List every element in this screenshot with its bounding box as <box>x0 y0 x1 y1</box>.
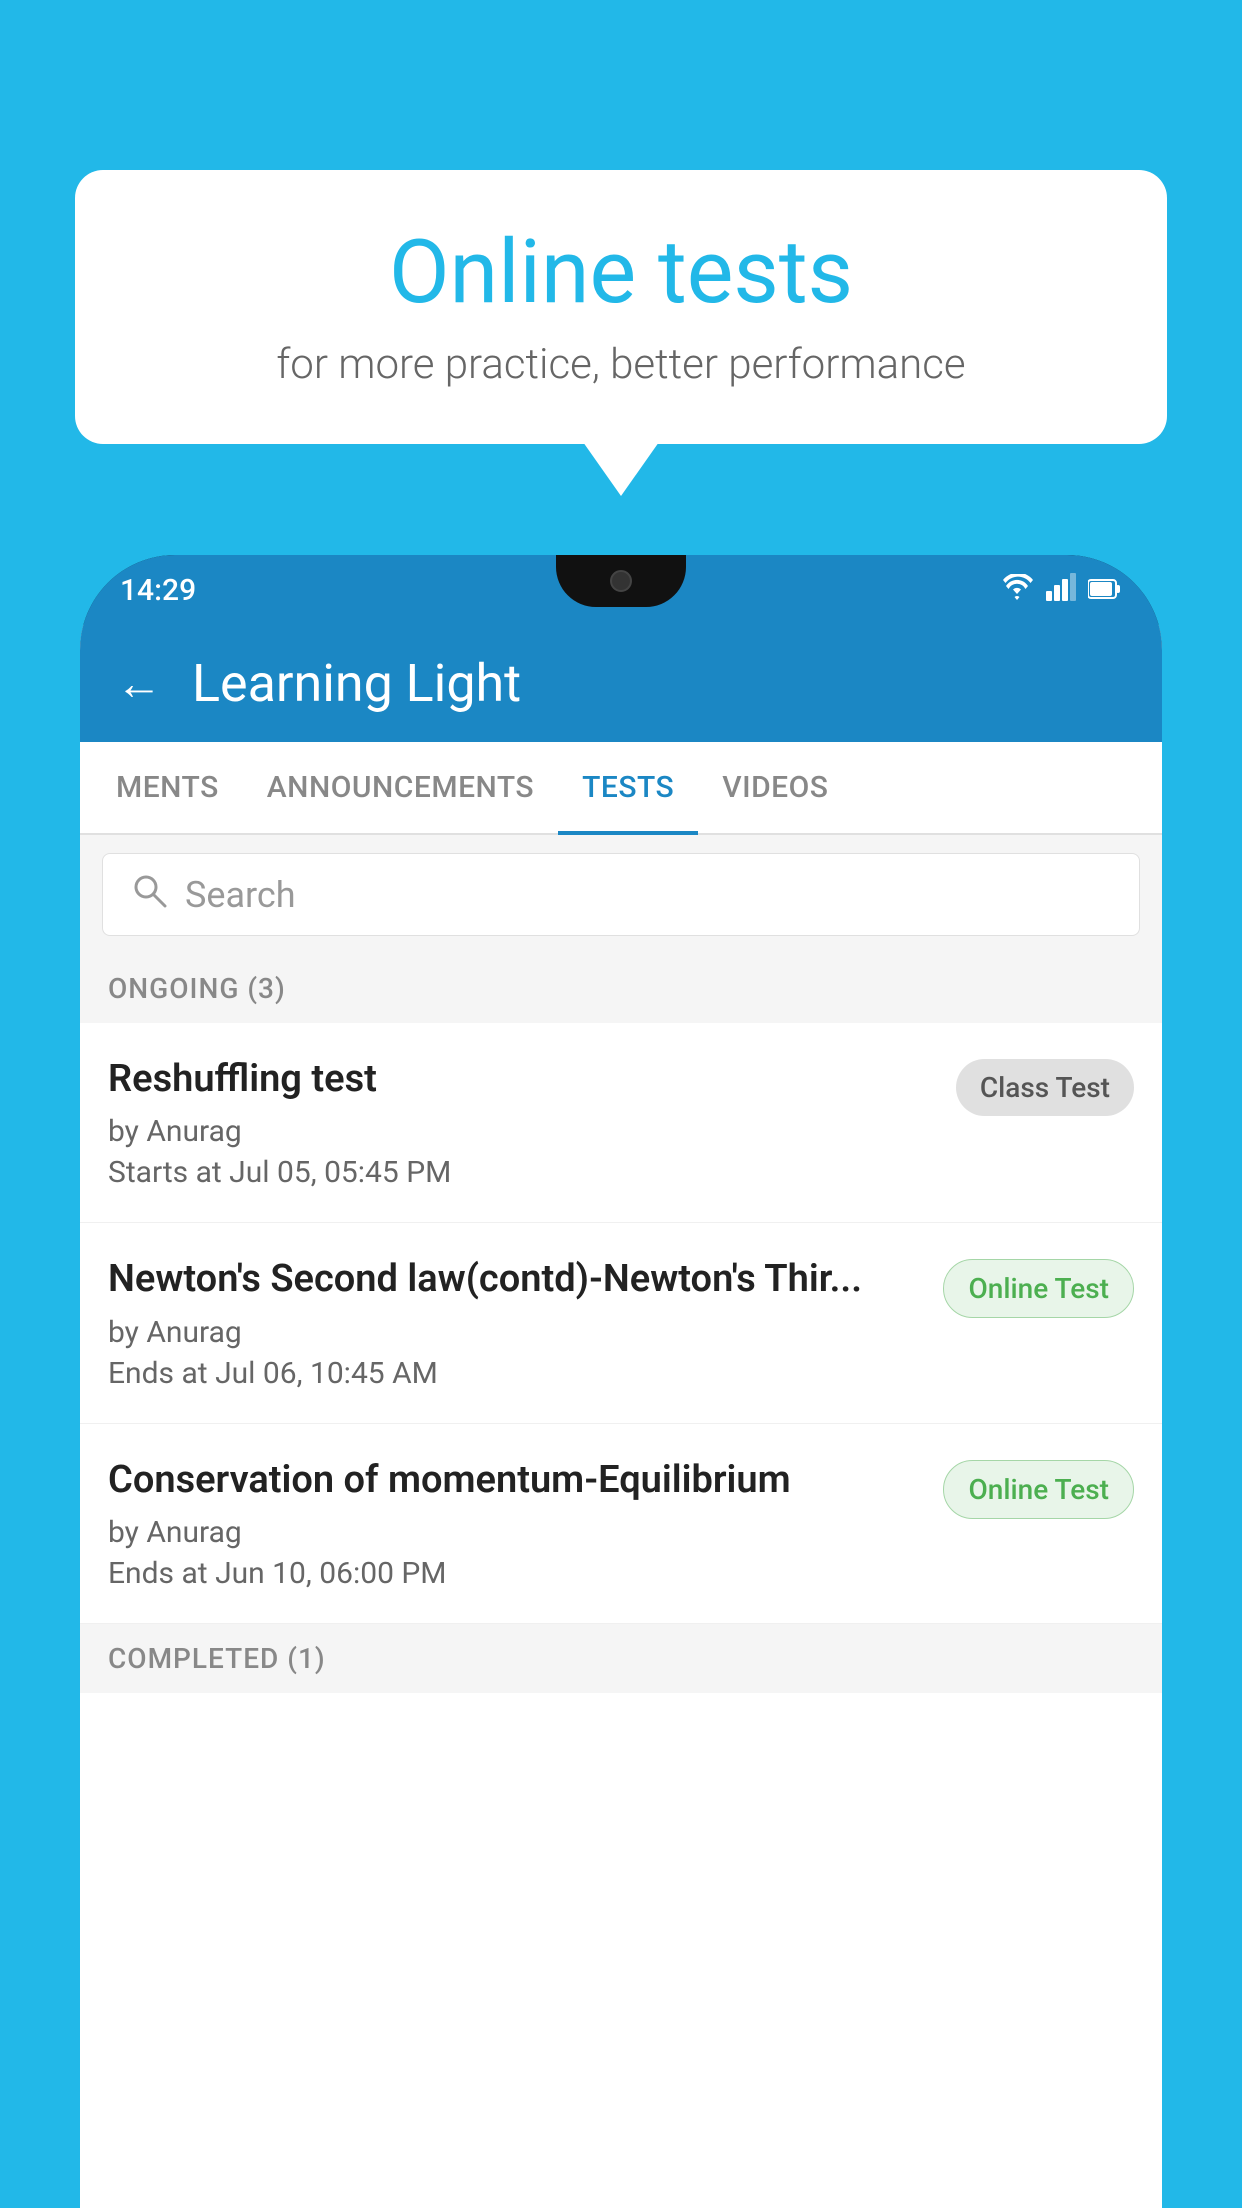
phone-screen: ← Learning Light MENTS ANNOUNCEMENTS TES… <box>80 625 1162 2208</box>
search-box[interactable]: Search <box>102 853 1140 936</box>
test-item[interactable]: Conservation of momentum-Equilibrium by … <box>80 1424 1162 1624</box>
test-name: Conservation of momentum-Equilibrium <box>108 1456 923 1505</box>
status-icons <box>1000 573 1122 608</box>
tab-tests[interactable]: TESTS <box>558 742 698 833</box>
tab-announcements[interactable]: ANNOUNCEMENTS <box>243 742 558 833</box>
test-time: Ends at Jul 06, 10:45 AM <box>108 1356 923 1391</box>
test-time: Ends at Jun 10, 06:00 PM <box>108 1556 923 1591</box>
tab-ments[interactable]: MENTS <box>92 742 243 833</box>
tab-videos[interactable]: VIDEOS <box>698 742 852 833</box>
speech-bubble: Online tests for more practice, better p… <box>75 170 1167 444</box>
status-bar: 14:29 <box>80 555 1162 625</box>
bubble-title: Online tests <box>135 225 1107 322</box>
test-info: Newton's Second law(contd)-Newton's Thir… <box>108 1255 923 1390</box>
signal-icon <box>1046 573 1076 608</box>
search-placeholder: Search <box>185 874 296 916</box>
wifi-icon <box>1000 574 1034 607</box>
app-header: ← Learning Light <box>80 625 1162 742</box>
test-author: by Anurag <box>108 1515 923 1550</box>
search-icon <box>131 872 167 917</box>
test-time: Starts at Jul 05, 05:45 PM <box>108 1155 936 1190</box>
test-item[interactable]: Newton's Second law(contd)-Newton's Thir… <box>80 1223 1162 1423</box>
search-container: Search <box>80 835 1162 954</box>
completed-section-label: COMPLETED (1) <box>80 1624 1162 1693</box>
test-info: Reshuffling test by Anurag Starts at Jul… <box>108 1055 936 1190</box>
test-item[interactable]: Reshuffling test by Anurag Starts at Jul… <box>80 1023 1162 1223</box>
camera <box>610 570 632 592</box>
ongoing-section-label: ONGOING (3) <box>80 954 1162 1023</box>
test-name: Newton's Second law(contd)-Newton's Thir… <box>108 1255 923 1304</box>
tabs-bar: MENTS ANNOUNCEMENTS TESTS VIDEOS <box>80 742 1162 835</box>
test-author: by Anurag <box>108 1114 936 1149</box>
phone-frame: 14:29 <box>80 555 1162 2208</box>
test-badge: Online Test <box>943 1460 1134 1519</box>
back-button[interactable]: ← <box>116 661 162 707</box>
test-author: by Anurag <box>108 1315 923 1350</box>
test-list: Reshuffling test by Anurag Starts at Jul… <box>80 1023 1162 1624</box>
battery-icon <box>1088 574 1122 607</box>
test-badge: Class Test <box>956 1059 1134 1116</box>
status-time: 14:29 <box>120 573 196 608</box>
test-badge: Online Test <box>943 1259 1134 1318</box>
test-info: Conservation of momentum-Equilibrium by … <box>108 1456 923 1591</box>
test-name: Reshuffling test <box>108 1055 936 1104</box>
phone-notch <box>556 555 686 607</box>
app-title: Learning Light <box>192 653 521 714</box>
bubble-subtitle: for more practice, better performance <box>135 340 1107 389</box>
